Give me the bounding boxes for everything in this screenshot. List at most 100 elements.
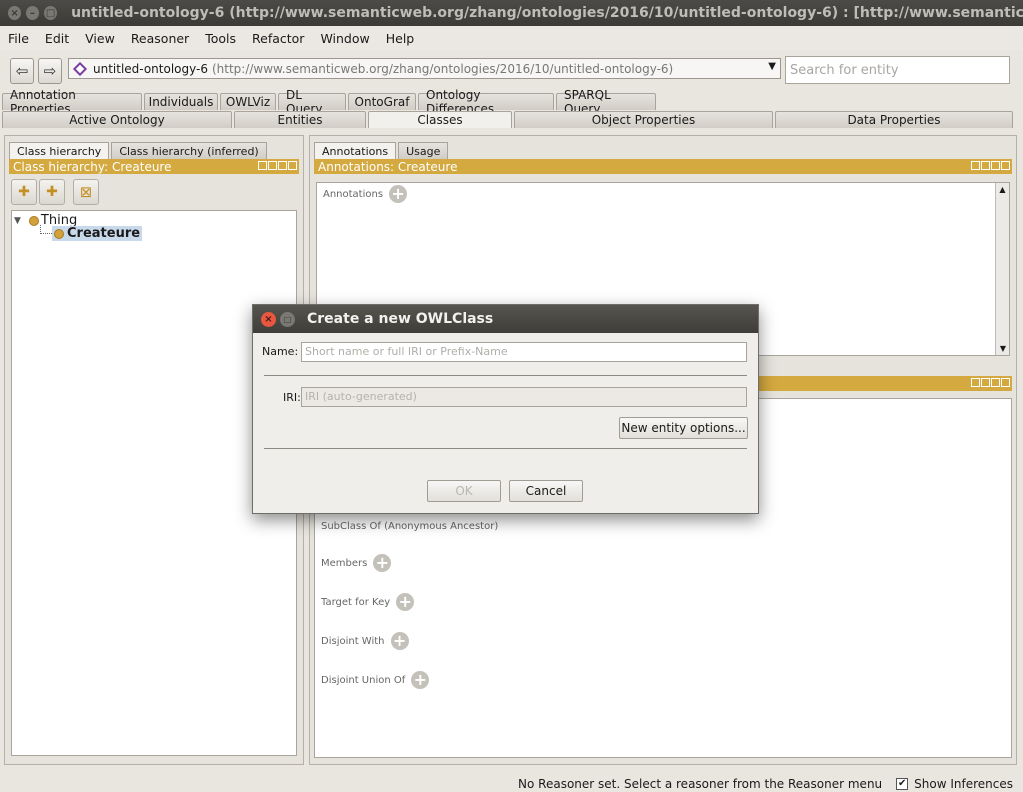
tab-row-1: Annotation Properties Individuals OWLViz… [2,88,658,116]
scroll-up-icon[interactable]: ▲ [996,185,1009,194]
status-bar: No Reasoner set. Select a reasoner from … [0,776,1023,792]
view-control-icon[interactable] [971,161,980,170]
maximize-window-icon[interactable]: □ [44,6,58,20]
add-subclass-button[interactable]: ✚ [11,179,37,205]
section-label: Disjoint Union Of [321,674,406,686]
reasoner-status: No Reasoner set. Select a reasoner from … [518,777,883,791]
create-class-dialog: × □ Create a new OWLClass Name: Short na… [252,304,759,514]
tab-object-properties[interactable]: Object Properties [514,111,773,128]
arrow-left-icon: ⇦ [15,62,29,80]
new-entity-options-button[interactable]: New entity options... [619,417,748,439]
iri-label: IRI: [283,391,301,404]
ontology-name: untitled-ontology-6 [93,61,208,76]
minimize-window-icon[interactable]: – [26,6,40,20]
search-input[interactable]: Search for entity [785,56,1010,84]
close-window-icon[interactable]: × [8,6,22,20]
view-control-icon[interactable] [971,378,980,387]
annotations-label: Annotations [323,188,384,200]
dialog-separator [264,448,747,449]
section-disjoint-union-of: Disjoint Union Of + [321,671,430,689]
menu-help[interactable]: Help [378,31,423,46]
menu-refactor[interactable]: Refactor [244,31,312,46]
tab-row-2: Active Ontology Entities Classes Object … [2,111,1015,128]
tab-annotations[interactable]: Annotations [314,142,397,159]
ontology-icon [72,61,88,76]
tree-node-label: Createure [67,226,141,241]
view-control-icon[interactable] [268,161,277,170]
add-disjoint-icon[interactable]: + [390,632,409,650]
menu-tools[interactable]: Tools [197,31,244,46]
tree-node-createure[interactable]: Createure [52,226,143,241]
section-label: Disjoint With [321,635,385,647]
tab-individuals[interactable]: Individuals [144,93,218,110]
dialog-title: Create a new OWLClass [307,311,494,327]
menu-bar: File Edit View Reasoner Tools Refactor W… [0,26,1023,50]
close-view-icon[interactable] [1001,161,1010,170]
tab-usage[interactable]: Usage [398,142,449,159]
menu-file[interactable]: File [0,31,37,46]
tab-annotation-properties[interactable]: Annotation Properties [2,88,142,116]
view-control-icon[interactable] [258,161,267,170]
annotations-title: Annotations: Createure [318,159,458,174]
annotations-scrollbar[interactable]: ▲ ▼ [995,183,1009,355]
add-sibling-button[interactable]: ✚ [39,179,65,205]
delete-class-button[interactable]: ⊠ [73,179,99,205]
section-label: Target for Key [321,596,391,608]
show-inferences-checkbox[interactable]: ✔ [896,778,909,790]
class-hierarchy-title: Class hierarchy: Createure [13,159,172,174]
tab-ontology-differences[interactable]: Ontology Differences [418,88,554,116]
tab-data-properties[interactable]: Data Properties [775,111,1013,128]
ontology-iri: (http://www.semanticweb.org/zhang/ontolo… [211,61,674,76]
add-disjoint-union-icon[interactable]: + [411,671,430,689]
name-label: Name: [262,345,299,358]
section-label: Members [321,557,368,569]
menu-window[interactable]: Window [312,31,377,46]
add-member-icon[interactable]: + [373,554,392,572]
tab-entities[interactable]: Entities [234,111,366,128]
tab-class-hierarchy-inferred[interactable]: Class hierarchy (inferred) [111,142,267,159]
class-hierarchy-header: Class hierarchy: Createure [9,159,299,174]
menu-edit[interactable]: Edit [37,31,77,46]
view-control-icon[interactable] [278,161,287,170]
tab-dl-query[interactable]: DL Query [278,88,346,116]
tab-sparql-query[interactable]: SPARQL Query [556,88,656,116]
window-title: untitled-ontology-6 (http://www.semantic… [71,5,1023,21]
scroll-down-icon[interactable]: ▼ [996,344,1010,353]
tab-classes[interactable]: Classes [368,111,512,128]
ontology-selector[interactable]: untitled-ontology-6 (http://www.semantic… [68,58,781,79]
expand-arrow-icon[interactable]: ▼ [14,216,21,226]
menu-view[interactable]: View [77,31,123,46]
dialog-close-icon[interactable]: × [261,311,276,327]
close-view-icon[interactable] [288,161,297,170]
add-key-icon[interactable]: + [396,593,415,611]
view-control-icon[interactable] [991,161,1000,170]
dialog-titlebar: × □ Create a new OWLClass [253,305,758,333]
add-annotation-icon[interactable]: + [389,185,408,203]
class-icon [54,228,64,239]
view-control-icon[interactable] [981,378,990,387]
view-controls [971,161,1010,170]
section-members: Members + [321,554,392,572]
dialog-maximize-icon[interactable]: □ [280,311,295,327]
tab-active-ontology[interactable]: Active Ontology [2,111,232,128]
section-disjoint-with: Disjoint With + [321,632,409,650]
delete-icon: ⊠ [79,183,93,201]
close-view-icon[interactable] [1001,378,1010,387]
view-control-icon[interactable] [981,161,990,170]
cancel-button[interactable]: Cancel [509,480,583,502]
tab-class-hierarchy[interactable]: Class hierarchy [9,142,110,159]
annotations-section: Annotations + [323,185,408,203]
forward-button[interactable]: ⇨ [38,58,62,84]
tab-ontograf[interactable]: OntoGraf [348,93,416,110]
toolbar: ⇦ ⇨ untitled-ontology-6 (http://www.sema… [0,54,1023,88]
back-button[interactable]: ⇦ [10,58,34,84]
add-sibling-icon: ✚ [46,184,58,200]
menu-reasoner[interactable]: Reasoner [123,31,197,46]
name-input[interactable]: Short name or full IRI or Prefix-Name [301,342,747,362]
window-titlebar: × – □ untitled-ontology-6 (http://www.se… [0,0,1023,26]
ok-button[interactable]: OK [427,480,501,502]
view-controls [258,161,297,170]
dialog-separator [264,375,747,376]
tab-owlviz[interactable]: OWLViz [220,93,276,110]
view-control-icon[interactable] [991,378,1000,387]
